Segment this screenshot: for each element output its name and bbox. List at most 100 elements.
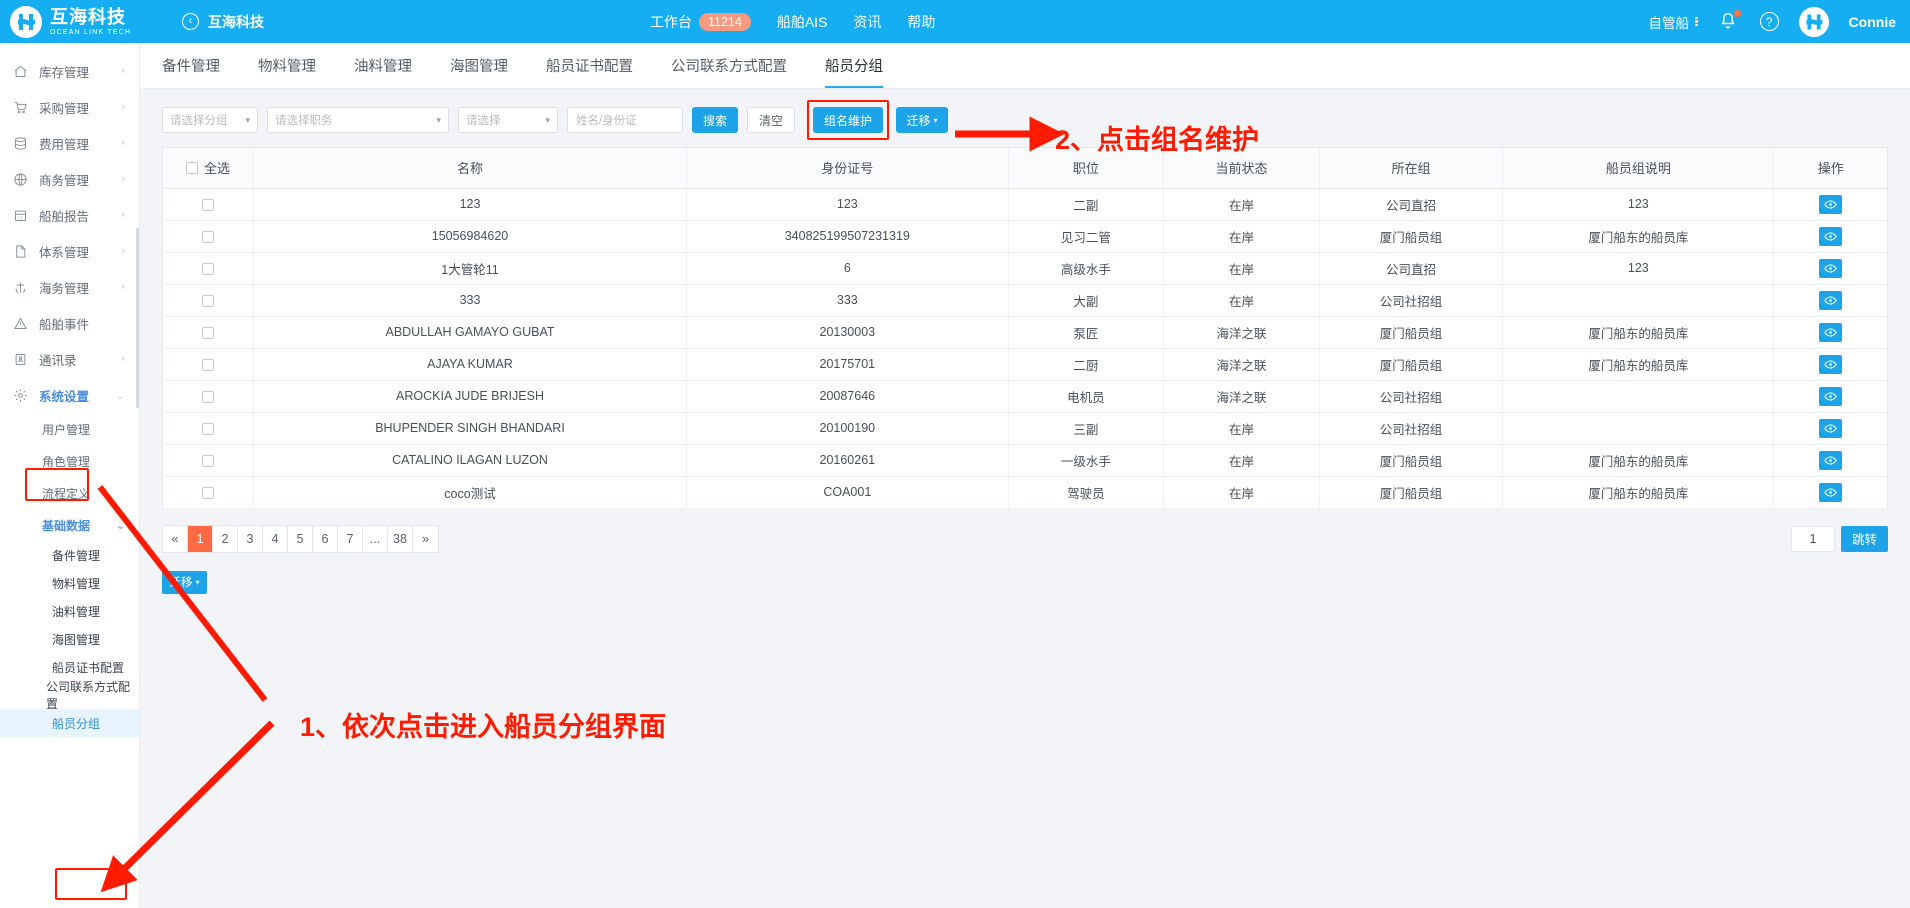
- self-managed-ship-selector[interactable]: 自管船: [1649, 12, 1698, 32]
- page-5[interactable]: 5: [288, 525, 313, 552]
- cell-group: 公司直招: [1319, 252, 1504, 285]
- sidebar-item-system-mgmt[interactable]: 体系管理 ›: [0, 233, 139, 269]
- clear-button[interactable]: 清空: [747, 107, 796, 133]
- cell-checkbox[interactable]: [163, 348, 254, 381]
- view-eye-icon[interactable]: [1819, 450, 1843, 470]
- page-38[interactable]: 38: [388, 525, 413, 552]
- sidebar-scrollbar[interactable]: [136, 228, 139, 408]
- sidebar-item-ship-event[interactable]: 船舶事件: [0, 305, 139, 341]
- sidebar-item-purchase[interactable]: 采购管理 ›: [0, 89, 139, 125]
- topnav-item-ais[interactable]: 船舶AIS: [777, 12, 828, 32]
- row-checkbox[interactable]: [201, 486, 214, 499]
- row-checkbox[interactable]: [201, 230, 214, 243]
- page-1[interactable]: 1: [188, 525, 213, 552]
- page-3[interactable]: 3: [238, 525, 263, 552]
- avatar[interactable]: [1798, 6, 1829, 37]
- group-maintain-button[interactable]: 组名维护: [813, 107, 884, 133]
- topnav-item-help[interactable]: 帮助: [907, 12, 935, 32]
- row-checkbox[interactable]: [201, 262, 214, 275]
- sidebar-subitem-user-mgmt[interactable]: 用户管理: [0, 413, 139, 445]
- view-eye-icon[interactable]: [1819, 418, 1843, 438]
- cell-checkbox[interactable]: [163, 220, 254, 253]
- row-checkbox[interactable]: [201, 422, 214, 435]
- back-button[interactable]: ‹ 互海科技: [182, 12, 264, 32]
- tab-company-contact[interactable]: 公司联系方式配置: [671, 55, 787, 88]
- brand-logo-area[interactable]: 互海科技 OCEAN LINK TECH: [0, 5, 170, 38]
- cell-checkbox[interactable]: [163, 476, 254, 509]
- sidebar-subitem-spare-parts[interactable]: 备件管理: [0, 541, 139, 569]
- sidebar-item-ship-report[interactable]: 船舶报告 ›: [0, 197, 139, 233]
- sidebar-item-marine-affairs[interactable]: 海务管理 ›: [0, 269, 139, 305]
- page-7[interactable]: 7: [338, 525, 363, 552]
- sidebar-item-inventory[interactable]: 库存管理 ›: [0, 53, 139, 89]
- view-eye-icon[interactable]: [1819, 354, 1843, 374]
- tab-spare-parts[interactable]: 备件管理: [162, 55, 220, 88]
- sidebar-item-settings[interactable]: 系统设置 ⌄: [0, 377, 139, 413]
- sidebar-item-expense[interactable]: 费用管理 ›: [0, 125, 139, 161]
- cell-checkbox[interactable]: [163, 252, 254, 285]
- view-eye-icon[interactable]: [1819, 226, 1843, 246]
- row-checkbox[interactable]: [201, 198, 214, 211]
- jump-button[interactable]: 跳转: [1840, 525, 1888, 552]
- sidebar-item-business[interactable]: 商务管理 ›: [0, 161, 139, 197]
- sidebar-subitem-role-mgmt[interactable]: 角色管理: [0, 445, 139, 477]
- tab-fuel[interactable]: 油料管理: [354, 55, 412, 88]
- sidebar-subitem-basic-data[interactable]: 基础数据 ⌄: [0, 509, 139, 541]
- notification-bell-icon[interactable]: [1718, 9, 1741, 33]
- sidebar-subitem-charts[interactable]: 海图管理: [0, 625, 139, 653]
- search-button[interactable]: 搜索: [692, 107, 739, 133]
- sidebar-subitem-materials[interactable]: 物料管理: [0, 569, 139, 597]
- search-input[interactable]: 姓名/身份证: [567, 107, 683, 133]
- row-checkbox[interactable]: [201, 454, 214, 467]
- status-select[interactable]: 请选择 ▾: [458, 107, 558, 133]
- row-checkbox[interactable]: [201, 326, 214, 339]
- tab-charts[interactable]: 海图管理: [450, 55, 508, 88]
- cell-checkbox[interactable]: [163, 380, 254, 413]
- row-checkbox[interactable]: [201, 358, 214, 371]
- page-6[interactable]: 6: [313, 525, 338, 552]
- sidebar-label: 通讯录: [39, 353, 77, 368]
- page-4[interactable]: 4: [263, 525, 288, 552]
- cell-checkbox[interactable]: [163, 284, 254, 317]
- username-label[interactable]: Connie: [1849, 14, 1896, 30]
- topnav-item-news[interactable]: 资讯: [853, 12, 881, 32]
- page-ellipsis[interactable]: ...: [363, 525, 388, 552]
- sidebar-subitem-crew-cert[interactable]: 船员证书配置: [0, 653, 139, 681]
- view-eye-icon[interactable]: [1819, 194, 1843, 214]
- page-2[interactable]: 2: [213, 525, 238, 552]
- page-prev[interactable]: «: [163, 525, 188, 552]
- position-select[interactable]: 请选择职务 ▾: [267, 107, 449, 133]
- migrate-button-bottom[interactable]: 迁移 ▾: [162, 570, 207, 594]
- row-checkbox[interactable]: [201, 294, 214, 307]
- view-eye-icon[interactable]: [1819, 386, 1843, 406]
- cell-checkbox[interactable]: [163, 412, 254, 445]
- sidebar-label: 费用管理: [39, 137, 90, 152]
- page-next[interactable]: »: [413, 526, 438, 552]
- jump-page-input[interactable]: 1: [1790, 525, 1835, 552]
- sidebar-subitem-fuel[interactable]: 油料管理: [0, 597, 139, 625]
- sidebar-item-contacts[interactable]: 通讯录 ›: [0, 341, 139, 377]
- tab-crew-group[interactable]: 船员分组: [825, 55, 883, 88]
- cell-checkbox[interactable]: [163, 444, 254, 477]
- view-eye-icon[interactable]: [1819, 258, 1843, 278]
- migrate-button-top[interactable]: 迁移 ▾: [896, 107, 949, 133]
- sidebar-label: 系统设置: [39, 389, 90, 404]
- group-select[interactable]: 请选择分组 ▾: [162, 107, 258, 133]
- tab-crew-cert[interactable]: 船员证书配置: [546, 55, 633, 88]
- sidebar-subitem-process-def[interactable]: 流程定义: [0, 477, 139, 509]
- view-eye-icon[interactable]: [1819, 290, 1843, 310]
- view-eye-icon[interactable]: [1819, 322, 1843, 342]
- help-question-icon[interactable]: ?: [1759, 12, 1779, 31]
- chevron-right-icon: ›: [121, 137, 125, 149]
- view-eye-icon[interactable]: [1819, 482, 1843, 502]
- table-row: 15056984620 340825199507231319 见习二管 在岸 厦门船员组…: [163, 220, 1887, 253]
- cell-checkbox[interactable]: [163, 316, 254, 349]
- th-select-all[interactable]: 全选: [163, 148, 254, 189]
- tab-materials[interactable]: 物料管理: [258, 55, 316, 88]
- row-checkbox[interactable]: [201, 390, 214, 403]
- select-all-checkbox[interactable]: [185, 161, 198, 174]
- sidebar-subitem-crew-group[interactable]: 船员分组: [0, 709, 139, 737]
- topnav-item-workbench[interactable]: 工作台 11214: [650, 12, 751, 32]
- cell-checkbox[interactable]: [163, 188, 254, 221]
- sidebar-subitem-company-contact[interactable]: 公司联系方式配置: [0, 680, 139, 711]
